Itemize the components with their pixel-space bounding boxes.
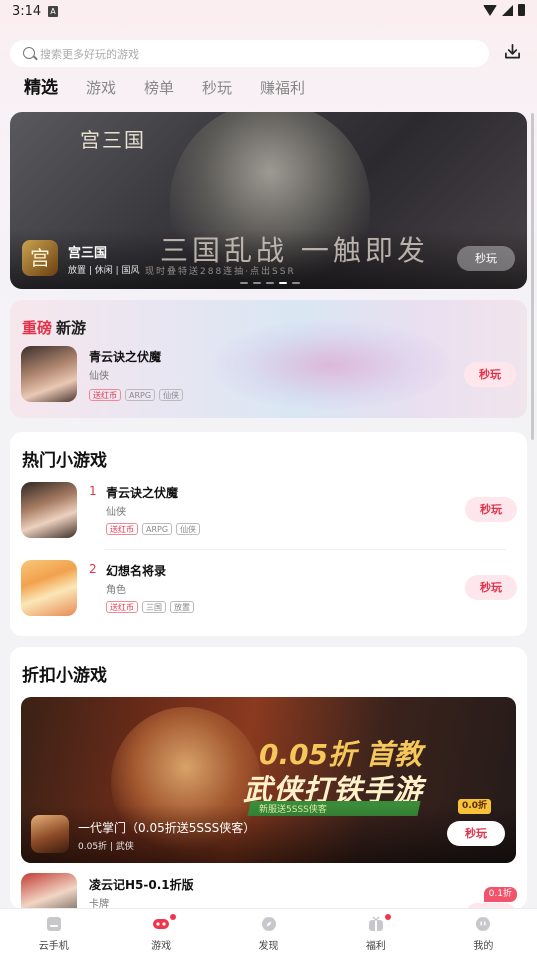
- divider: [105, 549, 506, 550]
- status-bar: 3:14 A: [0, 0, 537, 24]
- tag: 送红币: [89, 389, 121, 401]
- status-time: 3:14: [12, 4, 42, 19]
- search-placeholder: 搜索更多好玩的游戏: [40, 48, 139, 61]
- carousel-dot: [240, 282, 248, 284]
- search-icon: [23, 47, 35, 59]
- discount-badge: 0.0折: [458, 799, 491, 814]
- discount-banner[interactable]: 0.05折 首教 武侠打铁手游 新服送5SSS侠客 一代掌门（0.05折送5SS…: [21, 697, 516, 863]
- discount-games-section: 折扣小游戏 0.05折 首教 武侠打铁手游 新服送5SSS侠客 一代掌门（0.0…: [10, 647, 527, 929]
- notification-dot: [170, 914, 177, 920]
- tag: 三国: [142, 601, 166, 613]
- list-item[interactable]: 1 青云诀之伏魔 仙侠 送红币 ARPG 仙侠 秒玩: [21, 482, 517, 540]
- tabbar-item-games[interactable]: 游戏: [107, 909, 214, 956]
- tag: 仙侠: [176, 523, 201, 535]
- hot-games-section: 热门小游戏 1 青云诀之伏魔 仙侠 送红币 ARPG 仙侠 秒玩 2 幻想名将录…: [10, 432, 527, 636]
- tag: 送红币: [106, 601, 138, 613]
- banner-logo: 宫三国: [80, 128, 146, 152]
- discount-game-name: 一代掌门（0.05折送5SSS侠客）: [78, 821, 256, 835]
- tabbar-item-discover[interactable]: 发现: [215, 909, 322, 956]
- signal-icon: [502, 4, 513, 16]
- status-icons: [483, 4, 525, 16]
- tabbar-item-cloud-phone[interactable]: 云手机: [0, 909, 107, 956]
- game-icon[interactable]: [21, 560, 77, 616]
- category-tabs: 精选 游戏 榜单 秒玩 赚福利: [24, 76, 333, 98]
- list-item[interactable]: 凌云记H5-0.1折版 卡牌 秒玩 0.1折: [21, 873, 517, 929]
- banner-slogan-sub: 现时叠特送288连抽·点出SSR: [145, 267, 296, 277]
- carousel-dot: [292, 282, 300, 284]
- gamepad-icon: [153, 919, 170, 929]
- tag: ARPG: [125, 389, 156, 401]
- tabbar-label: 发现: [258, 941, 279, 952]
- game-name: 凌云记H5-0.1折版: [89, 878, 194, 892]
- tabbar-label: 福利: [365, 941, 386, 952]
- play-button[interactable]: 秒玩: [465, 575, 517, 600]
- game-name: 幻想名将录: [106, 564, 167, 578]
- discount-game-sub: 0.05折 | 武侠: [78, 842, 134, 852]
- promo-title: 新游: [56, 319, 87, 337]
- battery-icon: [518, 4, 525, 16]
- game-icon[interactable]: [21, 482, 77, 538]
- tab-instant-play[interactable]: 秒玩: [202, 77, 232, 98]
- game-rank: 1: [89, 484, 97, 498]
- tag: ARPG: [142, 523, 173, 535]
- featured-banner[interactable]: 宫三国 三国乱战 一触即发 现时叠特送288连抽·点出SSR 宫 宫三国 放置 …: [10, 112, 527, 289]
- banner-game-tags: 放置 | 休闲 | 国风: [68, 266, 140, 276]
- profile-icon: [476, 917, 491, 931]
- compass-icon: [261, 917, 276, 931]
- banner-slogan: 三国乱战 一触即发: [160, 234, 429, 267]
- section-title: 热门小游戏: [22, 451, 107, 471]
- wifi-icon: [483, 4, 497, 16]
- notification-dot: [384, 914, 391, 920]
- discount-play-button[interactable]: 秒玩: [447, 821, 505, 846]
- scrollbar[interactable]: [531, 113, 534, 440]
- game-category: 仙侠: [106, 507, 126, 518]
- discount-game-icon[interactable]: [31, 815, 69, 853]
- game-name: 青云诀之伏魔: [106, 486, 179, 500]
- tabbar-label: 我的: [473, 941, 494, 952]
- carousel-indicator: [240, 282, 300, 284]
- search-input[interactable]: 搜索更多好玩的游戏: [10, 40, 489, 67]
- carousel-dot: [253, 282, 261, 284]
- promo-game-category: 仙侠: [89, 371, 109, 382]
- game-rank: 2: [89, 562, 97, 576]
- tab-games[interactable]: 游戏: [86, 77, 116, 98]
- tabbar-item-profile[interactable]: 我的: [430, 909, 537, 956]
- tab-rankings[interactable]: 榜单: [144, 77, 174, 98]
- banner-game-name: 宫三国: [68, 246, 108, 261]
- promo-play-button[interactable]: 秒玩: [464, 362, 516, 387]
- promo-game-tags: 送红币 ARPG 仙侠: [89, 389, 184, 401]
- section-title: 折扣小游戏: [22, 666, 107, 686]
- tab-earn-rewards[interactable]: 赚福利: [260, 77, 305, 98]
- play-button[interactable]: 秒玩: [465, 497, 517, 522]
- gift-icon: [368, 916, 383, 931]
- carousel-dot: [266, 282, 274, 284]
- search-row: 搜索更多好玩的游戏: [10, 40, 527, 68]
- tabbar-item-rewards[interactable]: 福利: [322, 909, 429, 956]
- carousel-dot-active: [279, 282, 287, 284]
- tabbar-label: 游戏: [151, 941, 172, 952]
- promo-artwork: [210, 320, 450, 410]
- banner-game-icon[interactable]: 宫: [22, 240, 58, 276]
- tabbar-label: 云手机: [38, 941, 69, 952]
- banner-play-button[interactable]: 秒玩: [457, 246, 515, 271]
- game-tags: 送红币 三国 放置: [106, 601, 194, 613]
- discount-badge: 0.1折: [483, 887, 517, 902]
- promo-game-icon[interactable]: [21, 346, 77, 402]
- list-item[interactable]: 2 幻想名将录 角色 送红币 三国 放置 秒玩: [21, 560, 517, 618]
- new-game-promo[interactable]: 重磅 新游 青云诀之伏魔 仙侠 送红币 ARPG 仙侠 秒玩: [10, 300, 527, 418]
- tag: 放置: [170, 601, 194, 613]
- game-category: 角色: [106, 585, 126, 596]
- game-tags: 送红币 ARPG 仙侠: [106, 523, 201, 535]
- cloud-phone-icon: [46, 917, 61, 931]
- notification-a-icon: A: [48, 6, 58, 17]
- promo-title-highlight: 重磅: [22, 319, 53, 337]
- tag: 仙侠: [159, 389, 184, 401]
- download-icon[interactable]: [504, 43, 521, 60]
- promo-game-name: 青云诀之伏魔: [89, 350, 162, 364]
- tag: 送红币: [106, 523, 138, 535]
- tab-featured[interactable]: 精选: [24, 73, 58, 98]
- bottom-tab-bar: 云手机 游戏 发现 福利 我的: [0, 908, 537, 956]
